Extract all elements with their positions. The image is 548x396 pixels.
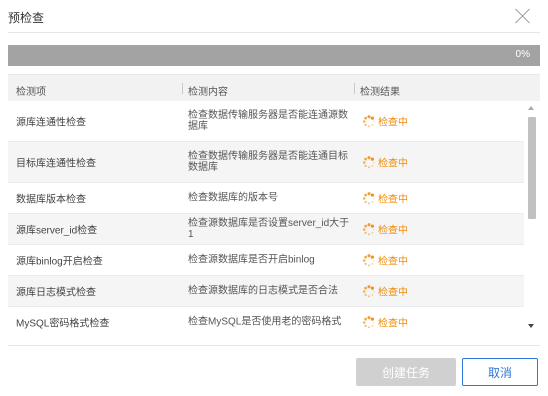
table-row: 源库日志模式检查 检查源数据库的日志模式是否合法 检查中 [8, 276, 540, 307]
check-result: 检查中 [362, 114, 408, 129]
check-content: 检查源数据库的日志模式是否合法 [188, 285, 338, 297]
table-row: MySQL密码格式检查 检查MySQL是否使用老的密码格式 检查中 [8, 307, 540, 333]
table-body: 源库连通性检查 检查数据传输服务器是否能连通源数据库 检查中 目标库连通性检查 检查数据… [8, 101, 540, 333]
check-item: 目标库连通性检查 [16, 158, 96, 170]
check-item: 源库日志模式检查 [16, 287, 96, 299]
check-item: 源库binlog开启检查 [16, 256, 103, 268]
check-table: 检测项 检测内容 检测结果 源库连通性检查 检查数据传输服务器是否能连通源数据库检… [8, 74, 540, 333]
table-row: 源库连通性检查 检查数据传输服务器是否能连通源数据库 检查中 [8, 101, 540, 142]
table-header: 检测项 检测内容 检测结果 [8, 74, 540, 101]
result-label: 检查中 [378, 117, 408, 129]
header-result: 检测结果 [354, 83, 400, 98]
cancel-button[interactable]: 取消 [462, 358, 538, 386]
loading-spinner-icon [362, 315, 375, 328]
dialog-title: 预检查 [8, 11, 45, 25]
table-row: 数据库版本检查 检查数据库的版本号 检查中 [8, 183, 540, 214]
check-item: 源库连通性检查 [16, 117, 86, 129]
check-result: 检查中 [362, 315, 408, 330]
check-content: 检查源数据库是否开启binlog [188, 254, 315, 266]
check-result: 检查中 [362, 155, 408, 170]
check-result: 检查中 [362, 191, 408, 206]
progress-text: 0% [515, 49, 530, 60]
check-content: 检查数据传输服务器是否能连通目标数据库 [188, 151, 348, 173]
scroll-down-arrow-icon[interactable] [528, 324, 534, 328]
progress-bar: 0% [8, 45, 540, 66]
table-row: 源库server_id检查 检查源数据库是否设置server_id大于1 检查中 [8, 214, 540, 245]
loading-spinner-icon [362, 253, 375, 266]
scrollbar[interactable] [524, 101, 540, 333]
check-content: 检查数据库的版本号 [188, 192, 278, 204]
check-result: 检查中 [362, 222, 408, 237]
header-content: 检测内容 [182, 83, 228, 98]
scrollbar-thumb[interactable] [528, 117, 536, 219]
table-row: 目标库连通性检查 检查数据传输服务器是否能连通目标数据库 检查中 [8, 142, 540, 183]
loading-spinner-icon [362, 155, 375, 168]
result-label: 检查中 [378, 225, 408, 237]
precheck-dialog: 预检查 0% 检测项 检测内容 检测结果 源库连通性检查检查数据传输服务器是否能… [0, 0, 548, 396]
header-item: 检测项 [16, 87, 46, 98]
check-result: 检查中 [362, 284, 408, 299]
result-label: 检查中 [378, 256, 408, 268]
divider [8, 345, 540, 346]
close-icon[interactable] [514, 7, 532, 25]
check-content: 检查数据传输服务器是否能连通源数据库 [188, 110, 348, 132]
check-item: 数据库版本检查 [16, 194, 86, 206]
result-label: 检查中 [378, 194, 408, 206]
loading-spinner-icon [362, 114, 375, 127]
check-result: 检查中 [362, 253, 408, 268]
result-label: 检查中 [378, 318, 408, 330]
result-label: 检查中 [378, 158, 408, 170]
loading-spinner-icon [362, 222, 375, 235]
loading-spinner-icon [362, 284, 375, 297]
loading-spinner-icon [362, 191, 375, 204]
check-item: MySQL密码格式检查 [16, 318, 110, 330]
create-task-button[interactable]: 创建任务 [356, 358, 456, 386]
table-row: 源库binlog开启检查 检查源数据库是否开启binlog 检查中 [8, 245, 540, 276]
result-label: 检查中 [378, 287, 408, 299]
check-content: 检查MySQL是否使用老的密码格式 [188, 316, 342, 328]
divider [8, 32, 540, 33]
scroll-up-arrow-icon[interactable] [528, 106, 534, 110]
check-item: 源库server_id检查 [16, 225, 98, 237]
check-content: 检查源数据库是否设置server_id大于1 [188, 218, 350, 240]
